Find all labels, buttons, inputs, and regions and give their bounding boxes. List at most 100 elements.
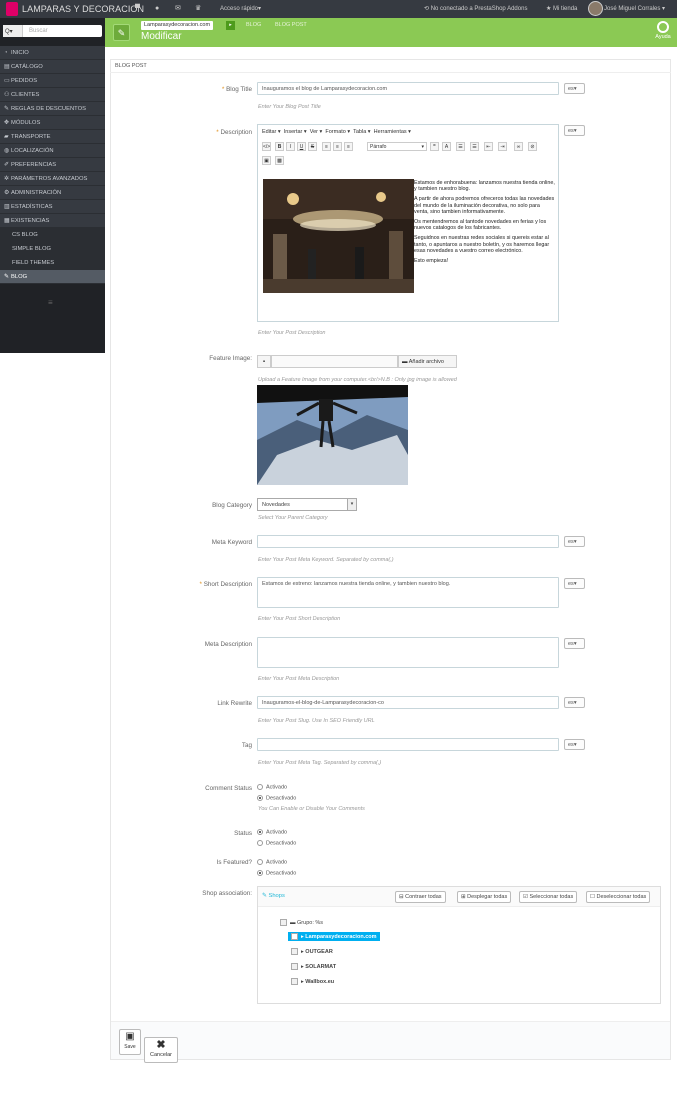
underline-icon[interactable]: U (297, 142, 306, 151)
link-icon[interactable]: ∞ (514, 142, 523, 151)
meta-keyword-input[interactable] (257, 535, 559, 548)
select-all-button[interactable]: ☑ Seleccionar todas (519, 891, 578, 903)
featured-on[interactable]: Activado (257, 859, 287, 865)
file-input[interactable] (271, 355, 398, 368)
language-dropdown[interactable]: es▾ (564, 739, 585, 750)
menu-ver[interactable]: Ver ▾ (310, 129, 323, 135)
prestashop-logo-icon[interactable] (6, 2, 18, 16)
indent-icon[interactable]: ⇥ (498, 142, 507, 151)
checkbox[interactable] (291, 978, 298, 985)
search-input[interactable]: Buscar (29, 28, 48, 34)
media-icon[interactable]: ▣ (262, 156, 271, 165)
add-file-button[interactable]: ▬ Añadir archivo (398, 355, 457, 368)
language-dropdown[interactable]: es▾ (564, 83, 585, 94)
image-icon[interactable]: ▩ (275, 156, 284, 165)
save-button[interactable]: ▣ Save (119, 1029, 141, 1055)
comment-status-on[interactable]: Activado (257, 784, 287, 790)
tree-shop-item[interactable]: ▸ Lamparasydecoracion.com (288, 932, 380, 941)
sidebar-item-blog[interactable]: ✎ BLOG (0, 270, 105, 284)
sidebar-item-existencias[interactable]: ▦ EXISTENCIAS (0, 214, 105, 228)
collapse-menu-icon[interactable]: ≡ (48, 298, 53, 307)
checkbox[interactable] (291, 948, 298, 955)
sidebar-item-simple-blog[interactable]: SIMPLE BLOG (0, 242, 105, 256)
checkbox[interactable] (280, 919, 287, 926)
user-menu[interactable]: José Miguel Corrales ▾ (604, 5, 665, 12)
chevron-right-icon[interactable]: ▸ (226, 21, 235, 30)
sidebar-item-pedidos[interactable]: ▭ PEDIDOS (0, 74, 105, 88)
menu-editar[interactable]: Editar ▾ (262, 129, 281, 135)
sidebar-item-preferencias[interactable]: ✐ PREFERENCIAS (0, 158, 105, 172)
shop-name[interactable]: LAMPARAS Y DECORACION (22, 4, 144, 14)
menu-formato[interactable]: Formato ▾ (325, 129, 350, 135)
text-color-icon[interactable]: A (442, 142, 451, 151)
sidebar-item-field-themes[interactable]: FIELD THEMES (0, 256, 105, 270)
search-box[interactable]: Q▾ Buscar (3, 25, 102, 37)
collapse-all-button[interactable]: ⊟ Contraer todas (395, 891, 446, 903)
sidebar-item-inicio[interactable]: ◔ INICIO (0, 46, 105, 60)
sidebar-item-modulos[interactable]: ✥ MÓDULOS (0, 116, 105, 130)
category-select[interactable]: Novedades ▾ (257, 498, 357, 511)
short-description-textarea[interactable]: Estamos de estreno: lanzamos nuestra tie… (257, 577, 559, 608)
checkbox[interactable] (291, 963, 298, 970)
customer-icon[interactable]: ● (155, 5, 162, 12)
strikethrough-icon[interactable]: S (308, 142, 317, 151)
blog-title-input[interactable]: Inauguramos el blog de Lamparasydecoraci… (257, 82, 559, 95)
quick-access-menu[interactable]: Acceso rápido▾ (220, 5, 261, 12)
language-dropdown[interactable]: es▾ (564, 536, 585, 547)
tree-group[interactable]: ▬ Grupo: %s (280, 919, 323, 926)
tree-shop-item[interactable]: ▸ Wallbox.eu (291, 978, 334, 985)
outdent-icon[interactable]: ⇤ (484, 142, 493, 151)
menu-insertar[interactable]: Insertar ▾ (284, 129, 307, 135)
sidebar-item-localizacion[interactable]: ◍ LOCALIZACIÓN (0, 144, 105, 158)
tree-shop-item[interactable]: ▸ SOLARMAT (291, 963, 336, 970)
deselect-all-button[interactable]: ☐ Deseleccionar todas (586, 891, 651, 903)
sidebar-item-estadisticas[interactable]: ▥ ESTADÍSTICAS (0, 200, 105, 214)
align-right-icon[interactable]: ≡ (344, 142, 353, 151)
sidebar-item-parametros[interactable]: ✲ PARÁMETROS AVANZADOS (0, 172, 105, 186)
language-dropdown[interactable]: es▾ (564, 125, 585, 136)
sidebar-item-administracion[interactable]: ⚙ ADMINISTRACIÓN (0, 186, 105, 200)
numbered-list-icon[interactable]: ☰ (470, 142, 479, 151)
featured-off[interactable]: Desactivado (257, 870, 296, 876)
trophy-icon[interactable]: ♛ (195, 5, 202, 12)
format-select[interactable]: Párrafo ▾ (367, 142, 427, 151)
shops-tab[interactable]: ✎ Shops (262, 893, 285, 899)
editor-content[interactable]: Estamos de enhorabuena: lanzamos nuestra… (414, 180, 556, 268)
sidebar-item-transporte[interactable]: ▰ TRANSPORTE (0, 130, 105, 144)
comment-status-off[interactable]: Desactivado (257, 795, 296, 801)
language-dropdown[interactable]: es▾ (564, 638, 585, 649)
sidebar-item-clientes[interactable]: ⚇ CLIENTES (0, 88, 105, 102)
checkbox-checked[interactable] (291, 933, 298, 940)
addons-status[interactable]: ⟲ No conectado a PrestaShop Addons (424, 5, 527, 12)
bullet-list-icon[interactable]: ☰ (456, 142, 465, 151)
language-dropdown[interactable]: es▾ (564, 697, 585, 708)
sidebar-item-descuentos[interactable]: ✎ REGLAS DE DESCUENTOS (0, 102, 105, 116)
envelope-icon[interactable]: ✉ (175, 5, 182, 12)
source-code-icon[interactable]: </> (262, 142, 271, 151)
menu-tabla[interactable]: Tabla ▾ (353, 129, 370, 135)
shop-selector[interactable]: Lamparasydecoracion.com (141, 21, 214, 30)
language-dropdown[interactable]: es▾ (564, 578, 585, 589)
rich-text-editor[interactable]: Editar ▾ Insertar ▾ Ver ▾ Formato ▾ Tabl… (257, 124, 559, 322)
unlink-icon[interactable]: ⊘ (528, 142, 537, 151)
sidebar-item-catalogo[interactable]: ▤ CATÁLOGO (0, 60, 105, 74)
help-button[interactable]: Ayuda (654, 21, 672, 40)
expand-all-button[interactable]: ⊞ Desplegar todas (457, 891, 512, 903)
menu-herramientas[interactable]: Herramientas ▾ (374, 129, 411, 135)
tree-shop-item[interactable]: ▸ OUTGEAR (291, 948, 333, 955)
my-store-link[interactable]: ★ Mi tienda (546, 5, 577, 12)
italic-icon[interactable]: I (286, 142, 295, 151)
breadcrumb-blog[interactable]: BLOG (246, 22, 261, 28)
cart-icon[interactable]: ▀ (135, 5, 142, 12)
tag-input[interactable] (257, 738, 559, 751)
align-left-icon[interactable]: ≡ (322, 142, 331, 151)
blockquote-icon[interactable]: ❞ (430, 142, 439, 151)
search-icon[interactable]: Q▾ (3, 25, 23, 37)
post-image[interactable] (263, 179, 414, 293)
file-icon[interactable]: ▪ (257, 355, 271, 368)
bold-icon[interactable]: B (275, 142, 284, 151)
status-on[interactable]: Activado (257, 829, 287, 835)
align-center-icon[interactable]: ≡ (333, 142, 342, 151)
status-off[interactable]: Desactivado (257, 840, 296, 846)
sidebar-item-cs-blog[interactable]: CS BLOG (0, 228, 105, 242)
